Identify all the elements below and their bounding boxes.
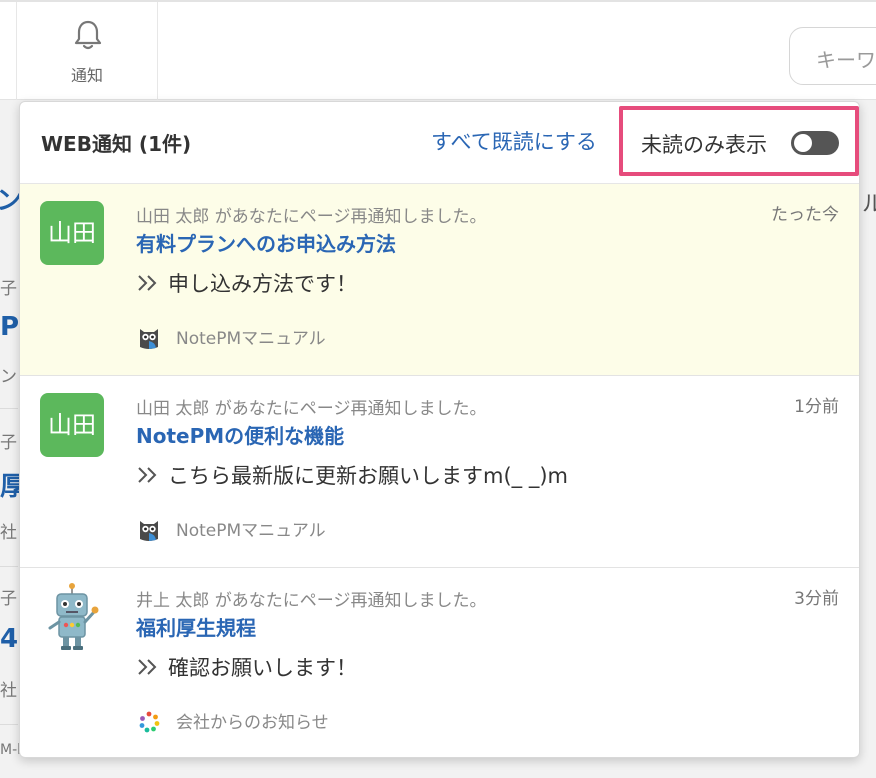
notification-item[interactable]: 山田 山田 太郎 があなたにページ再通知しました。 1分前 NotePMの便利な…	[20, 376, 859, 568]
unread-only-highlight: 未読のみ表示	[619, 106, 859, 176]
bg-divider	[0, 408, 18, 409]
dots-icon	[139, 711, 160, 733]
double-chevron-icon	[138, 275, 157, 291]
notification-message-text: こちら最新版に更新お願いしますm(_ _)m	[168, 464, 568, 488]
notification-title-link[interactable]: NotePMの便利な機能	[136, 420, 344, 449]
notification-source[interactable]: NotePMマニュアル	[136, 516, 326, 543]
notification-time: たった今	[771, 205, 839, 225]
notification-source[interactable]: 会社からのお知らせ	[136, 708, 329, 735]
bg-fragment: 4	[0, 624, 19, 654]
bell-icon	[74, 20, 102, 50]
avatar: 山田	[40, 393, 104, 457]
nav-notifications[interactable]: 通知	[16, 2, 158, 100]
notification-message: 確認お願いします！	[136, 652, 357, 682]
toggle-knob	[794, 134, 812, 152]
notification-source-text: NotePMマニュアル	[176, 329, 326, 349]
notification-item[interactable]: 井上 太郎 があなたにページ再通知しました。 3分前 福利厚生規程 確認お願いし…	[20, 568, 859, 757]
bg-fragment: P	[0, 312, 20, 342]
unread-only-label: 未読のみ表示	[641, 133, 767, 157]
notification-meta: 山田 太郎 があなたにページ再通知しました。	[136, 207, 487, 227]
owl-icon	[140, 521, 158, 541]
notification-source-text: 会社からのお知らせ	[176, 713, 329, 733]
nav-notifications-label: 通知	[70, 66, 103, 85]
notification-message: こちら最新版に更新お願いしますm(_ _)m	[136, 460, 568, 490]
double-chevron-icon	[138, 467, 157, 483]
panel-title: WEB通知 (1件)	[41, 132, 192, 156]
unread-only-toggle[interactable]	[791, 131, 839, 155]
bg-fragment: ン	[0, 367, 17, 387]
bg-divider	[0, 566, 18, 567]
bg-fragment: ル	[862, 192, 876, 217]
notification-time: 3分前	[794, 589, 839, 609]
bg-divider	[0, 724, 18, 725]
bg-fragment: 子	[0, 279, 17, 299]
robot-avatar-icon	[48, 583, 99, 650]
bg-fragment: 社	[0, 681, 17, 701]
notification-panel: WEB通知 (1件) すべて既読にする 未読のみ表示 山田 山田 太郎 があなた…	[19, 101, 860, 758]
search-placeholder: キーワ	[816, 48, 876, 72]
notification-meta: 山田 太郎 があなたにページ再通知しました。	[136, 399, 487, 419]
notification-source[interactable]: NotePMマニュアル	[136, 324, 326, 351]
notification-time: 1分前	[794, 397, 839, 417]
notification-message-text: 申し込み方法です！	[168, 272, 357, 296]
mark-all-read-link[interactable]: すべて既読にする	[431, 126, 597, 156]
bg-fragment: 社	[0, 523, 17, 543]
top-bar: 通知 キーワ	[0, 0, 876, 100]
avatar: 山田	[40, 201, 104, 265]
bg-fragment: 子	[0, 589, 17, 609]
notification-message-text: 確認お願いします！	[168, 656, 357, 680]
notification-title-link[interactable]: 有料プランへのお申込み方法	[136, 228, 396, 257]
notification-message: 申し込み方法です！	[136, 268, 357, 298]
double-chevron-icon	[138, 659, 157, 675]
search-input[interactable]: キーワ	[789, 27, 876, 85]
bg-fragment: 子	[0, 433, 17, 453]
notification-meta: 井上 太郎 があなたにページ再通知しました。	[136, 591, 487, 611]
notification-source-text: NotePMマニュアル	[176, 521, 326, 541]
notification-item[interactable]: 山田 山田 太郎 があなたにページ再通知しました。 たった今 有料プランへのお申…	[20, 184, 859, 376]
notification-title-link[interactable]: 福利厚生規程	[136, 612, 256, 641]
owl-icon	[140, 329, 158, 349]
panel-header: WEB通知 (1件) すべて既読にする 未読のみ表示	[20, 102, 859, 184]
